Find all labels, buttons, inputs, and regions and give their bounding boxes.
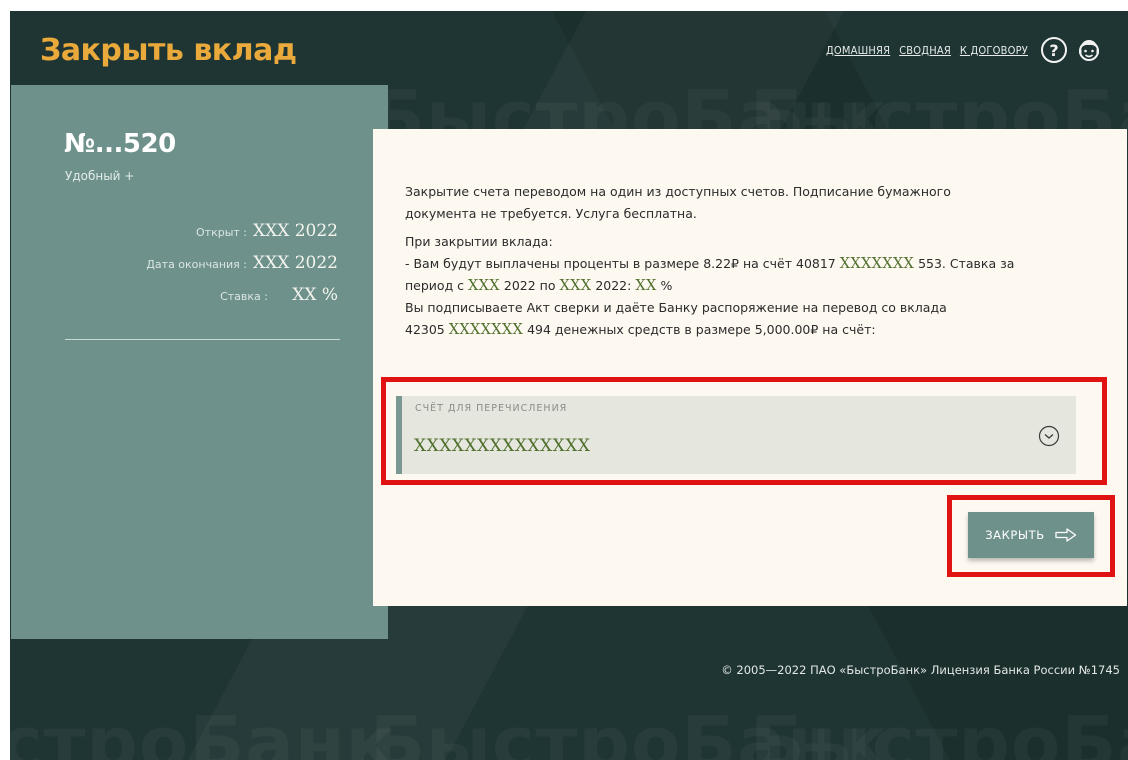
masked-value: XX	[635, 278, 657, 294]
button-label: ЗАКРЫТЬ	[985, 528, 1045, 542]
terms-line: Закрытие счета переводом на один из дост…	[405, 184, 951, 199]
info-row-opened: Открыт : XXX 2022	[196, 221, 338, 241]
terms-line: период с XXX 2022 по XXX 2022: XX %	[405, 275, 1115, 297]
masked-value: XXX	[559, 278, 592, 294]
page-title: Закрыть вклад	[40, 33, 297, 68]
terms-line: документа не требуется. Услуга бесплатна…	[405, 206, 697, 221]
text-part: 494 денежных средств в размере 5,000.00₽…	[523, 322, 876, 337]
text-part: 42305	[405, 322, 449, 337]
terms-line: Вы подписываете Акт сверки и даёте Банку…	[405, 300, 947, 315]
info-label: Открыт :	[196, 226, 248, 239]
select-value: XXXXXXXXXXXXXX	[414, 436, 591, 456]
text-part: %	[656, 278, 673, 293]
terms-line: 42305 XXXXXXX 494 денежных средств в раз…	[405, 319, 1115, 341]
account-number: №...520	[64, 129, 176, 159]
info-value: XXX 2022	[253, 253, 338, 273]
account-side-panel: №...520 Удобный + Открыт : XXX 2022 Дата…	[11, 85, 388, 639]
masked-value: XXXXXXX	[448, 322, 524, 338]
watermark-text: БыстроБанк	[750, 701, 1128, 760]
target-account-select[interactable]: СЧЁТ ДЛЯ ПЕРЕЧИСЛЕНИЯ XXXXXXXXXXXXXX	[396, 396, 1076, 474]
text-part: - Вам будут выплачены проценты в размере…	[405, 256, 840, 271]
nav-link-home[interactable]: ДОМАШНЯЯ	[826, 44, 890, 57]
masked-value: XXX	[468, 278, 500, 294]
info-row-rate: Ставка : XX %	[220, 285, 338, 305]
info-label: Ставка :	[220, 290, 268, 303]
watermark-text: строБанк	[10, 701, 396, 760]
info-label: Дата окончания :	[146, 258, 248, 271]
app-screen: БыстроБанк БыстроБанк строБанк БыстроБан…	[10, 11, 1128, 760]
text-part: 2022 по	[499, 278, 560, 293]
text-part: 553. Ставка за	[914, 256, 1015, 271]
terms-line: При закрытии вклада:	[405, 234, 553, 249]
terms-line: - Вам будут выплачены проценты в размере…	[405, 253, 1115, 275]
close-deposit-button[interactable]: ЗАКРЫТЬ	[968, 512, 1094, 558]
user-avatar-icon[interactable]	[1076, 37, 1102, 63]
nav-link-contract[interactable]: К ДОГОВОРУ	[960, 44, 1028, 57]
select-label: СЧЁТ ДЛЯ ПЕРЕЧИСЛЕНИЯ	[415, 403, 568, 414]
info-value: XXX 2022	[253, 221, 338, 241]
info-row-end-date: Дата окончания : XXX 2022	[146, 253, 338, 273]
divider	[65, 339, 340, 340]
info-value: XX %	[292, 285, 338, 305]
close-terms-text: Закрытие счета переводом на один из дост…	[405, 181, 1115, 341]
account-type: Удобный +	[65, 169, 135, 183]
text-part: период с	[405, 278, 469, 293]
close-deposit-card: Закрытие счета переводом на один из дост…	[373, 129, 1127, 606]
nav-link-summary[interactable]: СВОДНАЯ	[899, 44, 951, 57]
footer-copyright: © 2005—2022 ПАО «БыстроБанк» Лицензия Ба…	[721, 663, 1120, 677]
select-accent-bar	[396, 396, 402, 474]
chevron-down-circle-icon[interactable]	[1038, 425, 1060, 447]
help-circle-icon[interactable]: ?	[1041, 37, 1067, 63]
arrow-right-icon	[1055, 528, 1076, 542]
masked-value: XXXXXXX	[839, 256, 915, 272]
top-navigation: ДОМАШНЯЯ СВОДНАЯ К ДОГОВОРУ ?	[826, 37, 1102, 63]
text-part: 2022:	[591, 278, 636, 293]
